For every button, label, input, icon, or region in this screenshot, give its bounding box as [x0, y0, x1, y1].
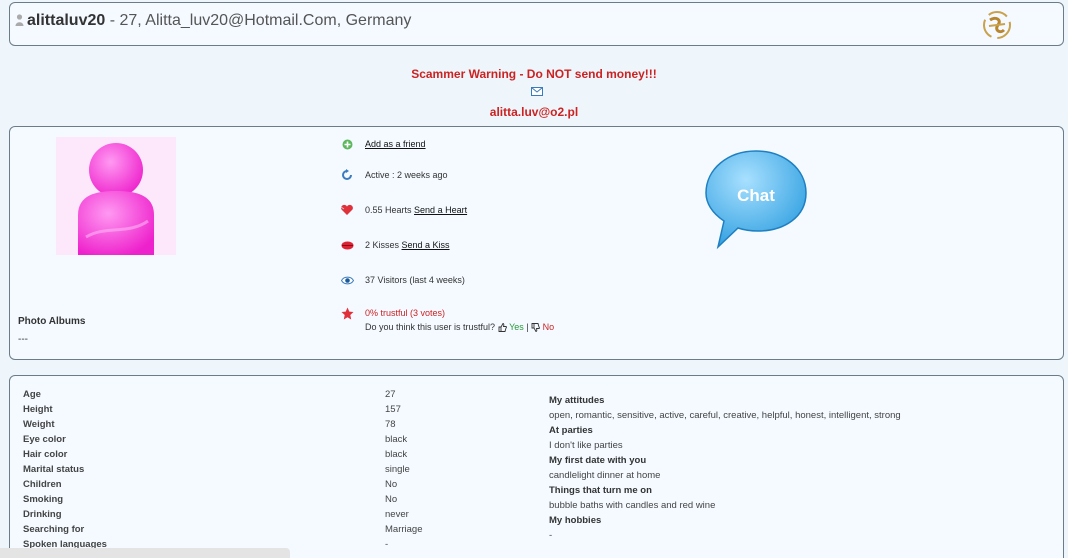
chat-button[interactable]: Chat: [704, 147, 808, 254]
hearts-count: 0.55 Hearts: [365, 205, 412, 215]
heart-icon: [340, 203, 354, 217]
chat-bubble-icon: Chat: [705, 150, 807, 250]
scammer-email: alitta.luv@o2.pl: [489, 105, 579, 119]
user-info: - 27, Alitta_luv20@Hotmail.Com, Germany: [105, 12, 412, 29]
detail-label: Drinking: [23, 509, 62, 520]
send-heart-link[interactable]: Send a Heart: [414, 205, 467, 215]
hearts-row: 0.55 Hearts Send a Heart: [340, 203, 467, 217]
photo-albums-label: Photo Albums: [18, 316, 86, 327]
qa-answer: bubble baths with candles and red wine: [549, 500, 716, 511]
details-panel: Age 27 Height 157 Weight 78 Eye color black Hair…: [9, 375, 1064, 558]
trust-no-button[interactable]: No: [543, 322, 555, 332]
trust-row: 0% trustful (3 votes): [340, 306, 445, 320]
mail-icon[interactable]: [531, 87, 543, 96]
user-icon: [15, 14, 24, 26]
detail-label: Marital status: [23, 464, 85, 475]
eye-icon: [340, 273, 354, 287]
add-friend-icon: [340, 137, 354, 151]
visitors-row: 37 Visitors (last 4 weeks): [340, 273, 465, 287]
detail-label: Eye color: [23, 434, 66, 445]
avatar[interactable]: [56, 137, 176, 255]
username: alittaluv20: [27, 12, 106, 29]
qa-question: My hobbies: [549, 515, 602, 526]
add-friend-row: Add as a friend: [340, 137, 426, 151]
qa-answer: open, romantic, sensitive, active, caref…: [549, 410, 901, 421]
detail-label: Weight: [23, 419, 55, 430]
refresh-icon: [340, 168, 354, 182]
avatar-silhouette-icon: [78, 143, 154, 255]
detail-label: Children: [23, 479, 62, 490]
send-kiss-link[interactable]: Send a Kiss: [402, 240, 450, 250]
kisses-row: 2 Kisses Send a Kiss: [340, 238, 450, 252]
star-icon: [340, 306, 354, 320]
qa-answer: candlelight dinner at home: [549, 470, 661, 481]
detail-label: Searching for: [23, 524, 85, 535]
detail-value: black: [385, 449, 408, 460]
detail-value: 78: [385, 419, 396, 430]
thumbs-up-icon[interactable]: [498, 322, 507, 332]
qa-question: My first date with you: [549, 455, 647, 466]
chat-label: Chat: [737, 186, 775, 205]
browser-status-bar: [0, 548, 290, 558]
qa-answer: -: [549, 530, 553, 541]
trust-separator: |: [526, 322, 529, 332]
kiss-icon: [340, 238, 354, 252]
detail-value: black: [385, 434, 408, 445]
detail-value: -: [385, 539, 389, 550]
trust-score: 0% trustful (3 votes): [365, 308, 446, 318]
profile-header: alittaluv20 - 27, Alitta_luv20@Hotmail.C…: [9, 2, 1064, 46]
kisses-count: 2 Kisses: [365, 240, 400, 250]
qa-answer: I don't like parties: [549, 440, 623, 451]
detail-value: 27: [385, 389, 396, 400]
trust-yes-button[interactable]: Yes: [509, 322, 524, 332]
thumbs-down-icon[interactable]: [531, 322, 541, 332]
detail-label: Age: [23, 389, 41, 400]
detail-value: No: [385, 494, 398, 505]
add-friend-link[interactable]: Add as a friend: [365, 139, 426, 149]
active-row: Active : 2 weeks ago: [340, 168, 448, 182]
qa-question: At parties: [549, 425, 593, 436]
detail-label: Height: [23, 404, 53, 415]
pisces-zodiac-icon: [983, 11, 1011, 39]
qa-question: My attitudes: [549, 395, 605, 406]
detail-value: No: [385, 479, 398, 490]
detail-value: single: [385, 464, 410, 475]
detail-label: Hair color: [23, 449, 68, 460]
trust-question-row: Do you think this user is trustful? Yes …: [365, 322, 554, 332]
trust-question: Do you think this user is trustful?: [365, 322, 496, 332]
detail-value: never: [385, 509, 409, 520]
scammer-warning: Scammer Warning - Do NOT send money!!!: [411, 67, 657, 81]
qa-question: Things that turn me on: [549, 485, 652, 496]
photo-albums-value: ---: [18, 334, 28, 345]
profile-title: alittaluv20 - 27, Alitta_luv20@Hotmail.C…: [15, 12, 411, 30]
visitors-count: 37 Visitors (last 4 weeks): [365, 275, 465, 285]
detail-value: 157: [385, 404, 401, 415]
profile-panel: Photo Albums --- Add as a friend Active …: [9, 126, 1064, 360]
detail-label: Smoking: [23, 494, 64, 505]
active-status: Active : 2 weeks ago: [365, 170, 448, 180]
detail-value: Marriage: [385, 524, 423, 535]
